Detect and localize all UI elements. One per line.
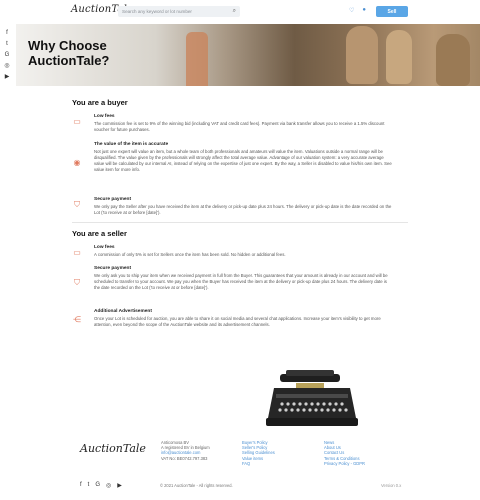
hero-mask-image <box>386 30 412 84</box>
instagram-icon[interactable]: ◎ <box>106 482 111 489</box>
top-header: AuctionTale Search any keyword or lot nu… <box>16 0 480 24</box>
search-placeholder: Search any keyword or lot number <box>122 9 192 14</box>
footer-link-faq[interactable]: FAQ <box>242 461 275 466</box>
item-text: A commission of only 5% is set for Selle… <box>94 252 286 257</box>
item-text: The commission fee is set to 9% of the w… <box>94 121 385 132</box>
globe-icon: ◉ <box>73 158 81 167</box>
google-icon[interactable]: G <box>5 52 10 58</box>
google-icon[interactable]: G <box>95 482 100 489</box>
item-title: The value of the item is accurate <box>94 142 169 147</box>
company-vat: VAT No: BE0742.797.383 <box>161 455 208 461</box>
item-title: Secure payment <box>94 266 132 271</box>
version-text: Version 0.x <box>381 483 402 488</box>
typewriter-image <box>266 370 358 426</box>
shield-icon: ⛉ <box>74 278 80 287</box>
item-title: Secure payment <box>94 197 132 202</box>
twitter-icon[interactable]: t <box>6 41 8 47</box>
hero-vase-image <box>186 32 208 86</box>
item-text: We only pay the Seller after you have re… <box>94 204 392 215</box>
share-icon: ⋲ <box>73 315 81 324</box>
copyright-text: © 2021 AuctionTale - All rights reserved… <box>160 483 233 488</box>
shield-icon: ⛉ <box>74 200 80 209</box>
footer-logo[interactable]: AuctionTale <box>80 442 146 455</box>
user-icon[interactable]: ● <box>362 7 366 14</box>
youtube-icon[interactable]: ▶ <box>5 74 10 80</box>
footer-link-selling-guidelines[interactable]: Selling Guidelines <box>242 450 275 455</box>
footer-link-privacy[interactable]: Privacy Policy - GDPR <box>324 461 365 466</box>
youtube-icon[interactable]: ▶ <box>117 482 122 489</box>
percent-icon: ▭ <box>73 248 81 257</box>
item-title: Low fees <box>94 245 115 250</box>
item-text: Once your Lot is scheduled for auction, … <box>94 316 381 327</box>
twitter-icon[interactable]: t <box>88 482 90 489</box>
percent-icon: ▭ <box>73 117 81 126</box>
search-icon[interactable]: ⌕ <box>233 8 236 15</box>
item-title: Low fees <box>94 114 115 119</box>
hero-banner: Why Choose AuctionTale? <box>16 24 480 86</box>
item-text: Not just one expert will value an item, … <box>94 149 392 172</box>
footer-company-info: Anticomosa BV A registered BV in Belgium… <box>161 440 210 461</box>
section-divider <box>72 222 408 223</box>
heart-icon[interactable]: ♡ <box>349 7 354 14</box>
hero-mask-image <box>346 26 378 84</box>
item-text: We only ask you to ship your item when w… <box>94 273 388 290</box>
hero-title: Why Choose AuctionTale? <box>28 38 110 68</box>
facebook-icon[interactable]: f <box>80 482 82 489</box>
footer-links-company: News About Us Contact Us Terms & Conditi… <box>324 440 365 466</box>
side-social-bar: f t G ◎ ▶ <box>2 30 12 80</box>
footer-links-policies: Buyer's Policy Seller's Policy Selling G… <box>242 440 275 466</box>
sell-button[interactable]: Sell <box>376 6 408 17</box>
instagram-icon[interactable]: ◎ <box>4 63 9 69</box>
item-title: Additional Advertisement <box>94 309 152 314</box>
seller-section-title: You are a seller <box>72 229 127 238</box>
header-icons: ♡ ● <box>349 7 366 14</box>
buyer-section-title: You are a buyer <box>72 98 128 107</box>
hero-mask-image <box>436 34 470 86</box>
search-input[interactable]: Search any keyword or lot number ⌕ <box>118 6 240 17</box>
facebook-icon[interactable]: f <box>6 30 8 36</box>
footer-social-icons: f t G ◎ ▶ <box>80 482 122 489</box>
